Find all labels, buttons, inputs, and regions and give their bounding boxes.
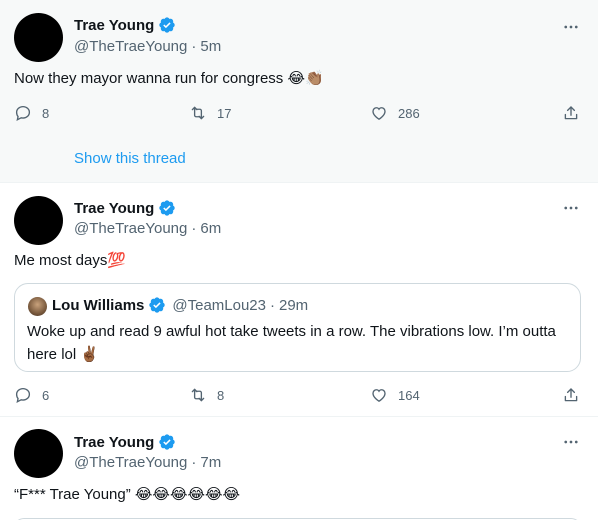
separator: ·	[191, 38, 197, 55]
reply-button[interactable]: 8	[14, 104, 49, 122]
retweet-icon	[189, 386, 207, 404]
separator: ·	[191, 220, 197, 237]
author-name[interactable]: Trae Young	[74, 200, 154, 217]
author-handle[interactable]: @TheTraeYoung	[74, 220, 187, 237]
quoted-author-name: Lou Williams	[52, 296, 145, 314]
quoted-text: Woke up and read 9 awful hot take tweets…	[27, 323, 556, 363]
tweet[interactable]: Trae Young @TheTraeYoung · 7m “F*** Trae…	[0, 417, 598, 520]
like-count: 286	[398, 105, 420, 121]
like-count: 164	[398, 387, 420, 403]
verified-badge-icon	[158, 16, 176, 34]
tweet[interactable]: Trae Young @TheTraeYoung · 5m Now they m…	[0, 0, 598, 183]
heart-icon	[370, 386, 388, 404]
share-button[interactable]	[562, 104, 580, 122]
quoted-tweet[interactable]: Lou Williams @TeamLou23 · 29m Woke up an…	[14, 283, 581, 372]
tweet-text: “F*** Trae Young” 😂😂😂😂😂😂	[14, 486, 241, 503]
verified-badge-icon	[158, 433, 176, 451]
author-row: Trae Young	[74, 433, 176, 451]
tweet[interactable]: Trae Young @TheTraeYoung · 6m Me most da…	[0, 183, 598, 417]
share-button[interactable]	[562, 386, 580, 404]
show-thread-link[interactable]: Show this thread	[74, 150, 186, 167]
more-dots-icon	[562, 433, 580, 451]
action-bar: 8 17 286	[14, 103, 584, 123]
like-button[interactable]: 164	[370, 386, 420, 404]
more-button[interactable]	[562, 433, 580, 451]
author-name[interactable]: Trae Young	[74, 17, 154, 34]
share-icon	[562, 104, 580, 122]
quoted-timestamp: 29m	[279, 296, 309, 314]
separator: ·	[191, 454, 197, 471]
reply-bubble-icon	[14, 104, 32, 122]
reply-button[interactable]: 6	[14, 386, 49, 404]
author-handle[interactable]: @TheTraeYoung	[74, 38, 187, 55]
reply-count: 8	[42, 105, 50, 121]
action-bar: 6 8 164	[14, 385, 584, 405]
more-dots-icon	[562, 199, 580, 217]
reply-bubble-icon	[14, 386, 32, 404]
more-button[interactable]	[562, 199, 580, 217]
share-icon	[562, 386, 580, 404]
timestamp[interactable]: 6m	[200, 220, 221, 237]
retweet-count: 8	[217, 387, 225, 403]
avatar[interactable]	[14, 13, 63, 62]
heart-icon	[370, 104, 388, 122]
author-row: Trae Young	[74, 199, 176, 217]
quoted-avatar	[28, 297, 47, 316]
more-button[interactable]	[562, 18, 580, 36]
avatar[interactable]	[14, 196, 63, 245]
retweet-icon	[189, 104, 207, 122]
more-dots-icon	[562, 18, 580, 36]
retweet-button[interactable]: 8	[189, 386, 224, 404]
quoted-author-row: Lou Williams @TeamLou23 · 29m	[52, 296, 308, 314]
avatar[interactable]	[14, 429, 63, 478]
author-row: Trae Young	[74, 16, 176, 34]
reply-count: 6	[42, 387, 50, 403]
retweet-count: 17	[217, 105, 232, 121]
tweet-text: Me most days💯	[14, 252, 127, 269]
separator: ·	[270, 296, 275, 314]
handle-row: @TheTraeYoung · 5m	[74, 38, 221, 55]
author-name[interactable]: Trae Young	[74, 434, 154, 451]
handle-row: @TheTraeYoung · 6m	[74, 220, 221, 237]
timestamp[interactable]: 5m	[200, 38, 221, 55]
retweet-button[interactable]: 17	[189, 104, 231, 122]
like-button[interactable]: 286	[370, 104, 420, 122]
tweet-text: Now they mayor wanna run for congress 😂👏…	[14, 70, 324, 87]
handle-row: @TheTraeYoung · 7m	[74, 454, 221, 471]
verified-badge-icon	[148, 296, 166, 314]
verified-badge-icon	[158, 199, 176, 217]
timestamp[interactable]: 7m	[200, 454, 221, 471]
quoted-author-handle: @TeamLou23	[172, 296, 266, 314]
author-handle[interactable]: @TheTraeYoung	[74, 454, 187, 471]
